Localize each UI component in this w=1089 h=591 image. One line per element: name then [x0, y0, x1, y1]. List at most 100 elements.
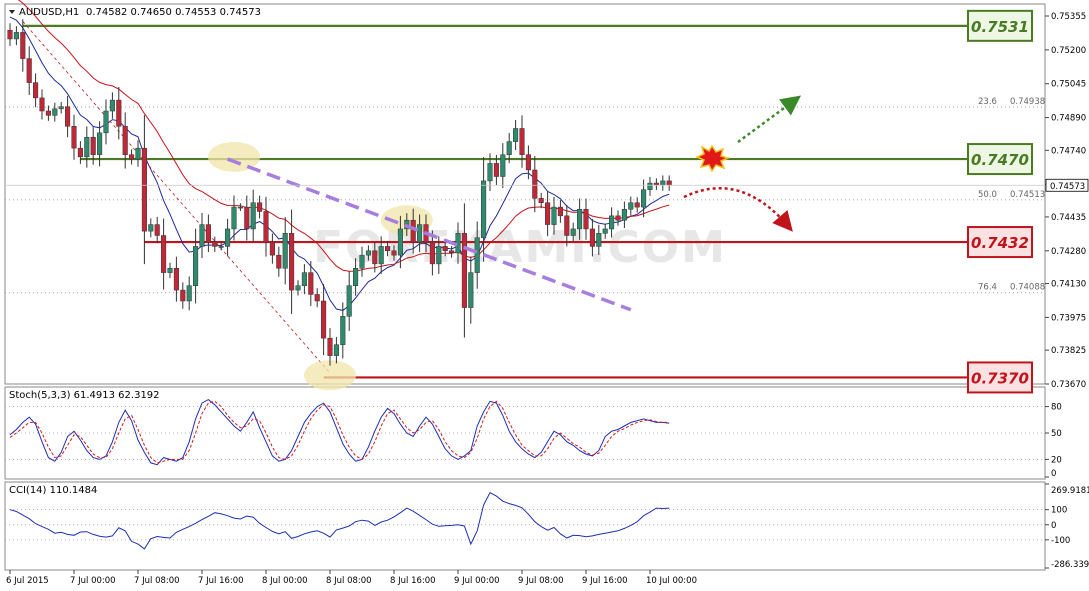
- candle-body: [378, 246, 384, 265]
- candle-body: [212, 241, 218, 247]
- candle-body: [647, 182, 653, 190]
- candle-body: [660, 180, 666, 186]
- candle-body: [276, 254, 282, 269]
- cci-panel-frame: [4, 481, 1046, 571]
- candle-body: [180, 289, 186, 302]
- time-tick-label: 9 Jul 16:00: [582, 576, 628, 586]
- current-price-label: 0.74573: [1050, 182, 1085, 192]
- candle-body: [327, 337, 333, 356]
- price-tick-label: 0.73825: [1051, 346, 1086, 356]
- candle-body: [602, 228, 608, 234]
- price-tick-label: 0.75045: [1051, 80, 1086, 90]
- price-tick-label: 0.73975: [1051, 313, 1086, 323]
- candle-body: [372, 250, 378, 265]
- osc-tick-label: 0: [1051, 521, 1056, 531]
- candle-body: [269, 241, 275, 256]
- fib-value-label: 0.74938: [1010, 97, 1045, 107]
- price-tick-label: 0.75355: [1051, 12, 1086, 22]
- candle-body: [513, 128, 519, 142]
- candle-body: [39, 97, 45, 112]
- candle-body: [52, 108, 58, 116]
- level-label-text: 0.7432: [971, 234, 1029, 252]
- candle-body: [596, 233, 602, 247]
- price-tick-label: 0.75200: [1051, 46, 1086, 56]
- time-tick-label: 6 Jul 2015: [6, 576, 49, 586]
- candle-body: [353, 268, 359, 286]
- candle-body: [109, 99, 115, 112]
- time-axis: 6 Jul 2015 7 Jul 00:00 7 Jul 08:00 7 Jul 16…: [6, 570, 697, 586]
- chart-canvas: FOREXAMI.COM 23.6 0.7493850.0 0.7451376.4 0…: [4, 0, 1089, 586]
- candle-body: [551, 206, 557, 225]
- candle-body: [20, 32, 26, 59]
- candle-body: [410, 219, 416, 243]
- candle-body: [519, 128, 525, 155]
- candle-body: [417, 224, 423, 243]
- osc-tick-label: 0: [1051, 469, 1056, 479]
- candle-body: [225, 228, 231, 247]
- candle-body: [231, 206, 237, 230]
- candle-body: [161, 235, 167, 273]
- candle-body: [244, 206, 250, 230]
- price-tick-label: 0.74740: [1051, 146, 1086, 156]
- candle-body: [589, 228, 595, 247]
- candle-body: [97, 132, 103, 155]
- time-tick-label: 8 Jul 16:00: [390, 576, 436, 586]
- time-tick-label: 9 Jul 08:00: [518, 576, 564, 586]
- candle-body: [609, 215, 615, 230]
- candle-body: [205, 224, 211, 243]
- osc-tick-label: 80: [1051, 403, 1062, 413]
- candle-body: [557, 206, 563, 217]
- candle-body: [58, 106, 64, 110]
- candle-body: [103, 110, 109, 134]
- candle-body: [116, 99, 122, 127]
- candle-body: [436, 246, 442, 265]
- candle-body: [365, 250, 371, 256]
- candle-body: [449, 250, 455, 254]
- candle-body: [474, 237, 480, 273]
- candle-body: [148, 224, 154, 232]
- candle-body: [385, 246, 391, 252]
- fib-pct-label: 23.6: [978, 97, 997, 107]
- candle-body: [340, 316, 346, 345]
- time-tick-label: 10 Jul 00:00: [646, 576, 697, 586]
- candle-body: [391, 250, 397, 256]
- candle-body: [506, 141, 512, 155]
- osc-tick-label: 100: [1051, 506, 1067, 516]
- price-tick-label: 0.74130: [1051, 280, 1086, 290]
- candle-body: [570, 228, 576, 236]
- candle-body: [33, 82, 39, 99]
- level-label-text: 0.7370: [971, 369, 1029, 387]
- candle-body: [487, 163, 493, 182]
- price-tick-label: 0.73670: [1051, 380, 1086, 390]
- fib-value-label: 0.74088: [1010, 283, 1045, 293]
- osc-tick-label: 50: [1051, 429, 1062, 439]
- candle-body: [90, 136, 96, 155]
- candle-body: [250, 202, 256, 230]
- candle-body: [346, 285, 352, 317]
- candle-body: [621, 209, 627, 221]
- candle-body: [525, 154, 531, 171]
- time-tick-label: 7 Jul 16:00: [198, 576, 244, 586]
- candle-body: [13, 32, 19, 40]
- candle-body: [429, 241, 435, 265]
- candle-body: [289, 233, 295, 291]
- candle-body: [135, 147, 141, 160]
- stoch-title: Stoch(5,3,3) 61.4913 62.3192: [9, 390, 160, 401]
- candle-body: [481, 180, 487, 238]
- candle-body: [186, 285, 192, 302]
- candle-body: [500, 154, 506, 177]
- candle-body: [218, 246, 224, 248]
- candle-body: [122, 126, 128, 155]
- symbol-label: AUDUSD,H1: [19, 7, 79, 18]
- candle-body: [359, 254, 365, 269]
- candle-body: [141, 147, 147, 232]
- time-tick-label: 7 Jul 00:00: [70, 576, 116, 586]
- level-label-text: 0.7470: [971, 151, 1029, 169]
- candle-body: [45, 110, 51, 116]
- candle-body: [564, 215, 570, 236]
- candle-body: [628, 202, 634, 210]
- candle-body: [7, 29, 13, 40]
- level-label-text: 0.7531: [971, 18, 1029, 36]
- osc-tick-label: -286.3392: [1051, 560, 1089, 570]
- candle-body: [468, 272, 474, 308]
